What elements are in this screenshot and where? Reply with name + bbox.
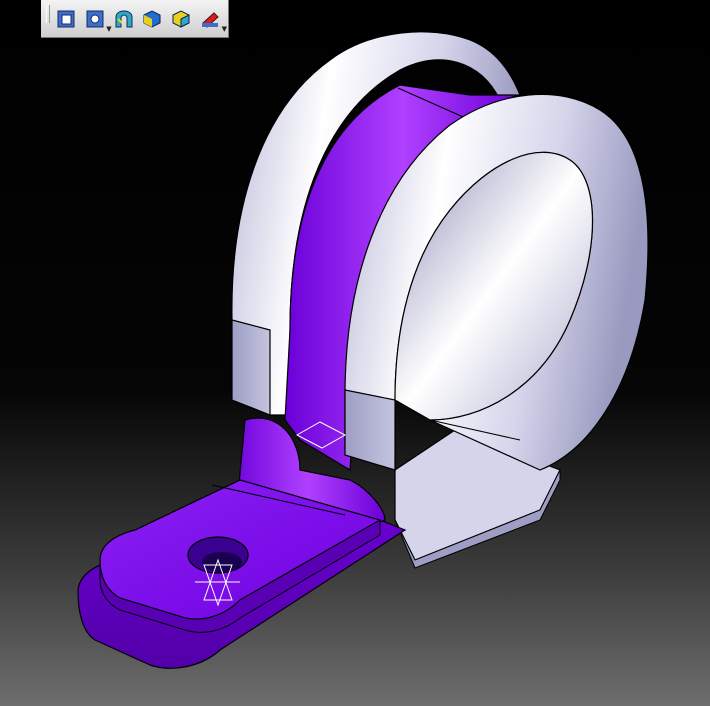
view-front-icon [57, 10, 75, 27]
shading-edges-icon [115, 9, 133, 27]
view-front-button[interactable] [55, 8, 77, 30]
view-iso-button[interactable]: ▼ [84, 8, 112, 32]
view-iso-dropdown-icon [86, 10, 104, 27]
shading-edges-button[interactable] [113, 8, 135, 30]
back-clamp-lower-block [231, 319, 271, 416]
shading-icon [143, 9, 161, 28]
view-toolbar: ▼ ▼ [41, 0, 229, 38]
chevron-down-icon[interactable]: ▼ [106, 25, 111, 33]
shading-with-edges-button[interactable] [170, 8, 192, 30]
toolbar-grip[interactable] [46, 5, 50, 23]
chevron-down-icon[interactable]: ▼ [222, 25, 227, 33]
front-clamp-lower-block [344, 389, 396, 471]
mounting-hole-shadow [202, 552, 242, 572]
render-material-button[interactable]: ▼ [199, 8, 227, 32]
shading-with-edges-icon [172, 9, 190, 28]
3d-viewport[interactable]: ▼ ▼ [0, 0, 710, 706]
cable-clamp-model[interactable] [0, 0, 710, 706]
render-material-dropdown-icon [202, 11, 219, 28]
shading-button[interactable] [141, 8, 163, 30]
